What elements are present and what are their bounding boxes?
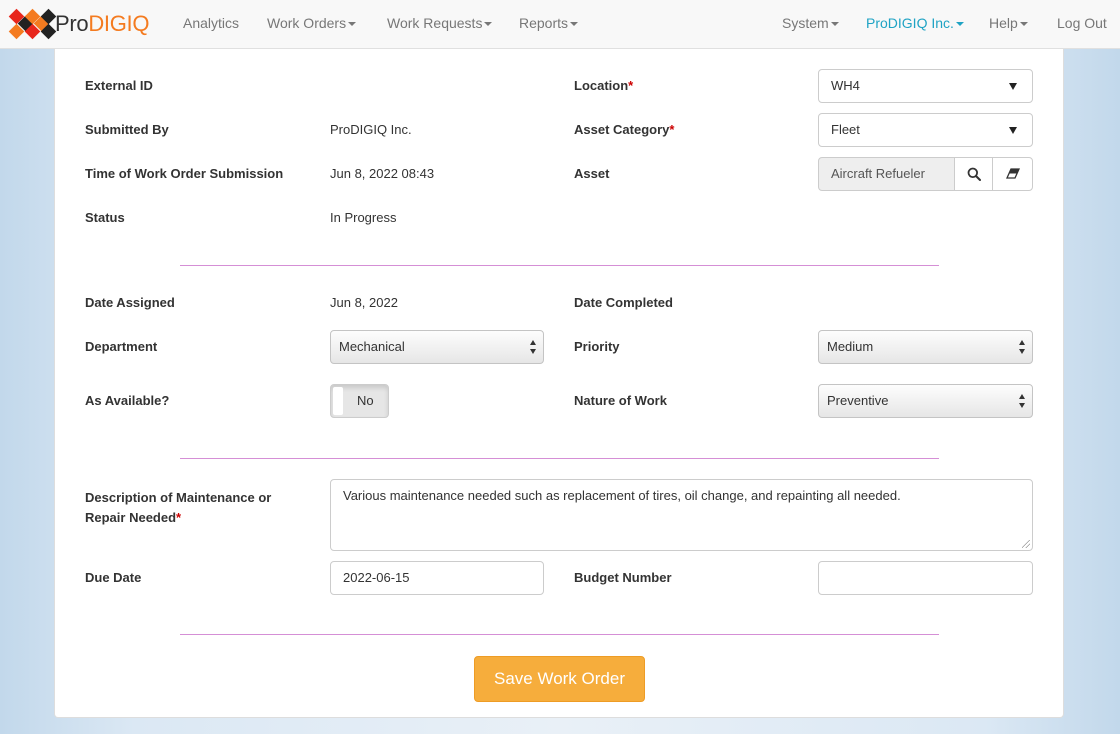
caret-down-icon <box>955 22 964 27</box>
toggle-state-text: No <box>357 393 374 408</box>
nav-help[interactable]: Help <box>989 0 1028 48</box>
as-available-label: As Available? <box>85 393 170 408</box>
nature-of-work-select[interactable]: Preventive <box>818 384 1033 418</box>
status-value: In Progress <box>330 210 397 225</box>
toggle-knob <box>333 387 343 415</box>
description-label: Description of Maintenance or Repair Nee… <box>85 490 272 525</box>
section-divider <box>180 634 939 635</box>
nav-logout[interactable]: Log Out <box>1057 0 1107 48</box>
caret-down-icon <box>484 22 493 27</box>
submitted-by-value: ProDIGIQ Inc. <box>330 122 412 137</box>
priority-select[interactable]: Medium <box>818 330 1033 364</box>
date-assigned-value: Jun 8, 2022 <box>330 295 398 310</box>
required-marker: * <box>176 510 182 525</box>
prodigiq-logo[interactable]: ProDIGIQ <box>8 7 149 41</box>
budget-number-input[interactable] <box>818 561 1033 595</box>
caret-down-icon <box>830 22 839 27</box>
description-textarea[interactable]: Various maintenance needed such as repla… <box>330 479 1033 551</box>
nature-of-work-label: Nature of Work <box>574 393 667 408</box>
resize-grip-icon[interactable] <box>1022 540 1030 548</box>
submitted-by-label: Submitted By <box>85 122 169 137</box>
work-order-form: External ID Submitted By ProDIGIQ Inc. T… <box>54 49 1064 718</box>
asset-category-label: Asset Category* <box>574 122 675 137</box>
location-select[interactable]: WH4 <box>818 69 1033 103</box>
priority-label: Priority <box>574 339 620 354</box>
updown-arrows-icon <box>530 340 538 354</box>
updown-arrows-icon <box>1019 394 1027 408</box>
caret-down-icon <box>570 22 579 27</box>
nav-company[interactable]: ProDIGIQ Inc. <box>866 0 964 48</box>
date-assigned-label: Date Assigned <box>85 295 175 310</box>
location-label: Location* <box>574 78 634 93</box>
nav-work-orders[interactable]: Work Orders <box>267 0 357 48</box>
dropdown-arrow-icon <box>1009 127 1017 134</box>
updown-arrows-icon <box>1019 340 1027 354</box>
eraser-icon <box>1005 168 1020 179</box>
asset-search-button[interactable] <box>954 157 993 191</box>
department-select[interactable]: Mechanical <box>330 330 544 364</box>
diamond-grid-icon <box>8 7 57 41</box>
submission-time-label: Time of Work Order Submission <box>85 166 284 181</box>
dropdown-arrow-icon <box>1009 83 1017 90</box>
required-marker: * <box>628 78 634 93</box>
asset-field[interactable]: Aircraft Refueler <box>818 157 955 191</box>
top-navbar: ProDIGIQ Analytics Work Orders Work Requ… <box>0 0 1120 49</box>
save-work-order-button[interactable]: Save Work Order <box>474 656 645 702</box>
search-icon <box>967 167 981 181</box>
brand-name: ProDIGIQ <box>55 11 150 36</box>
nav-analytics[interactable]: Analytics <box>183 0 239 48</box>
due-date-input[interactable]: 2022-06-15 <box>330 561 544 595</box>
budget-number-label: Budget Number <box>574 570 672 585</box>
caret-down-icon <box>348 22 357 27</box>
as-available-toggle[interactable]: No <box>330 384 389 418</box>
external-id-label: External ID <box>85 78 153 93</box>
caret-down-icon <box>1019 22 1028 27</box>
asset-label: Asset <box>574 166 610 181</box>
asset-category-select[interactable]: Fleet <box>818 113 1033 147</box>
date-completed-label: Date Completed <box>574 295 673 310</box>
asset-input-group: Aircraft Refueler <box>818 157 1033 191</box>
nav-reports[interactable]: Reports <box>519 0 579 48</box>
required-marker: * <box>669 122 675 137</box>
asset-clear-button[interactable] <box>992 157 1033 191</box>
section-divider <box>180 458 939 459</box>
department-label: Department <box>85 339 158 354</box>
section-divider <box>180 265 939 266</box>
status-label: Status <box>85 210 125 225</box>
nav-work-requests[interactable]: Work Requests <box>387 0 493 48</box>
due-date-label: Due Date <box>85 570 142 585</box>
nav-system[interactable]: System <box>782 0 839 48</box>
submission-time-value: Jun 8, 2022 08:43 <box>330 166 435 181</box>
